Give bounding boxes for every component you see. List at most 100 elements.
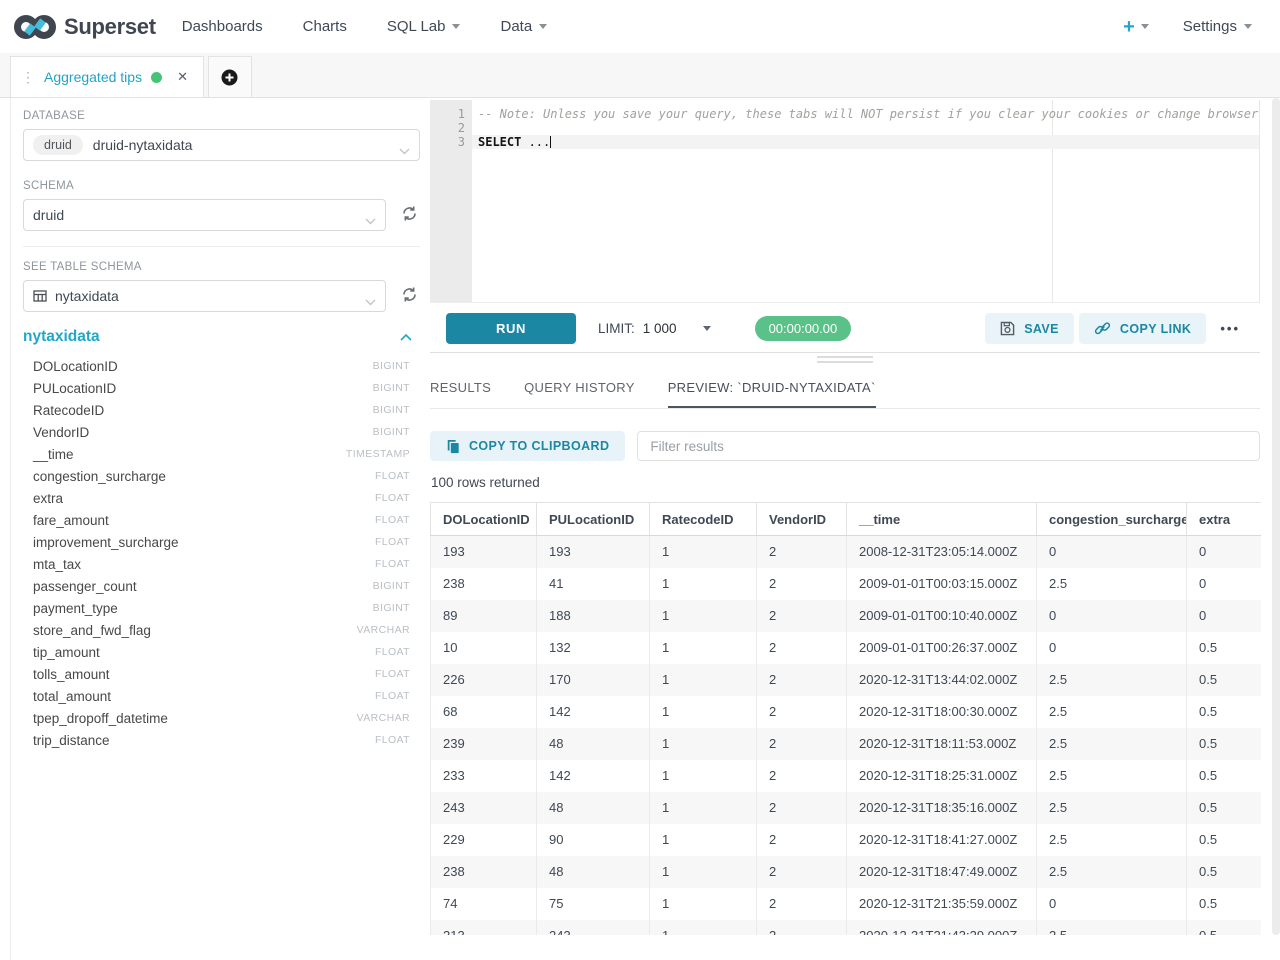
table-cell: 188 (537, 600, 650, 632)
table-row: 233142122020-12-31T18:25:31.000Z2.50.5 (431, 760, 1262, 792)
table-schema-label: SEE TABLE SCHEMA (23, 261, 420, 273)
table-cell: 2 (757, 728, 847, 760)
schema-column-row[interactable]: VendorIDBIGINT (23, 421, 420, 443)
schema-column-row[interactable]: DOLocationIDBIGINT (23, 355, 420, 377)
drag-handle-icon[interactable]: ⋮ (21, 70, 35, 84)
table-cell: 2 (757, 856, 847, 888)
table-cell: 2009-01-01T00:10:40.000Z (847, 600, 1037, 632)
plus-icon: + (1123, 17, 1135, 37)
nav-item-charts[interactable]: Charts (303, 18, 347, 35)
grid-header-extra[interactable]: extra (1187, 503, 1262, 536)
grid-header-pulocationid[interactable]: PULocationID (537, 503, 650, 536)
schema-column-row[interactable]: payment_typeBIGINT (23, 597, 420, 619)
database-select[interactable]: druid druid-nytaxidata (23, 129, 420, 161)
results-tab-query-history[interactable]: QUERY HISTORY (524, 366, 635, 408)
schema-column-row[interactable]: PULocationIDBIGINT (23, 377, 420, 399)
close-tab-icon[interactable]: ✕ (177, 69, 188, 85)
page-scrollbar[interactable] (1272, 98, 1280, 935)
run-query-button[interactable]: RUN (446, 313, 576, 344)
table-cell: 1 (650, 824, 757, 856)
new-tab-button[interactable] (208, 56, 252, 97)
sql-code-editor[interactable]: 123 -- Note: Unless you save your query,… (430, 100, 1260, 303)
column-type: FLOAT (375, 492, 410, 504)
resize-handle[interactable] (817, 356, 873, 366)
limit-dropdown[interactable]: LIMIT: 1 000 (598, 321, 711, 336)
line-number: 2 (430, 121, 472, 135)
table-schema-title: nytaxidata (23, 328, 100, 346)
table-schema-header[interactable]: nytaxidata (23, 328, 420, 346)
copy-link-button[interactable]: COPY LINK (1079, 313, 1206, 344)
nav-item-data[interactable]: Data (500, 18, 547, 35)
table-cell: 2.5 (1037, 568, 1187, 600)
table-cell: 2 (757, 536, 847, 568)
new-item-menu[interactable]: + (1123, 17, 1149, 37)
schema-column-row[interactable]: passenger_countBIGINT (23, 575, 420, 597)
nav-item-sql-lab[interactable]: SQL Lab (387, 18, 461, 35)
filter-results-input[interactable] (637, 431, 1260, 461)
table-cell: 1 (650, 600, 757, 632)
superset-infinity-icon (12, 12, 58, 42)
results-tab-preview-druid-nytaxidata[interactable]: PREVIEW: `DRUID-NYTAXIDATA` (668, 366, 876, 408)
column-name: tolls_amount (33, 667, 110, 682)
schema-column-row[interactable]: fare_amountFLOAT (23, 509, 420, 531)
schema-column-row[interactable]: tip_amountFLOAT (23, 641, 420, 663)
grid-header-ratecodeid[interactable]: RatecodeID (650, 503, 757, 536)
column-name: payment_type (33, 601, 118, 616)
table-cell: 2020-12-31T18:00:30.000Z (847, 696, 1037, 728)
table-cell: 193 (431, 536, 537, 568)
schema-column-row[interactable]: __timeTIMESTAMP (23, 443, 420, 465)
refresh-schemas-button[interactable] (398, 204, 420, 226)
results-tab-bar: RESULTS QUERY HISTORY PREVIEW: `DRUID-NYTA… (430, 366, 1260, 409)
column-name: store_and_fwd_flag (33, 623, 151, 638)
grid-header-__time[interactable]: __time (847, 503, 1037, 536)
table-row: 22990122020-12-31T18:41:27.000Z2.50.5 (431, 824, 1262, 856)
rows-returned-text: 100 rows returned (431, 475, 540, 490)
schema-column-row[interactable]: tolls_amountFLOAT (23, 663, 420, 685)
table-cell: 1 (650, 792, 757, 824)
schema-select[interactable]: druid (23, 199, 386, 231)
table-cell: 2.5 (1037, 664, 1187, 696)
save-query-button[interactable]: SAVE (985, 313, 1074, 344)
copy-to-clipboard-button[interactable]: COPY TO CLIPBOARD (430, 431, 625, 461)
schema-column-row[interactable]: improvement_surchargeFLOAT (23, 531, 420, 553)
table-cell: 0.5 (1187, 760, 1262, 792)
schema-column-row[interactable]: total_amountFLOAT (23, 685, 420, 707)
schema-column-row[interactable]: trip_distanceFLOAT (23, 729, 420, 751)
chevron-down-icon (399, 142, 410, 160)
table-row: 23848122020-12-31T18:47:49.000Z2.50.5 (431, 856, 1262, 888)
table-select[interactable]: nytaxidata (23, 280, 386, 312)
schema-column-row[interactable]: store_and_fwd_flagVARCHAR (23, 619, 420, 641)
table-row: 213243122020-12-31T21:43:29.000Z2.50.5 (431, 920, 1262, 936)
top-navbar: Superset Dashboards Charts SQL Lab Data + S… (0, 0, 1280, 53)
column-type: FLOAT (375, 734, 410, 746)
tab-aggregated-tips[interactable]: ⋮ Aggregated tips ✕ (10, 56, 204, 97)
schema-column-row[interactable]: mta_taxFLOAT (23, 553, 420, 575)
schema-column-row[interactable]: tpep_dropoff_datetimeVARCHAR (23, 707, 420, 729)
settings-label: Settings (1183, 18, 1237, 35)
more-actions-button[interactable]: ••• (1220, 321, 1240, 336)
main-menu: Dashboards Charts SQL Lab Data (182, 18, 547, 35)
grid-header-vendorid[interactable]: VendorID (757, 503, 847, 536)
refresh-tables-button[interactable] (398, 285, 420, 307)
grid-header-congestion_surcharge[interactable]: congestion_surcharge (1037, 503, 1187, 536)
grid-header-dolocationid[interactable]: DOLocationID (431, 503, 537, 536)
table-cell: 2 (757, 824, 847, 856)
superset-logo[interactable]: Superset (12, 12, 156, 42)
settings-menu[interactable]: Settings (1183, 18, 1252, 35)
table-cell: 233 (431, 760, 537, 792)
grid-header-row: DOLocationIDPULocationIDRatecodeIDVendor… (431, 503, 1262, 536)
table-cell: 1 (650, 856, 757, 888)
editor-code-area[interactable]: -- Note: Unless you save your query, the… (472, 100, 1259, 302)
line-number: 1 (430, 107, 472, 121)
divider (23, 246, 420, 247)
schema-column-row[interactable]: congestion_surchargeFLOAT (23, 465, 420, 487)
schema-column-row[interactable]: extraFLOAT (23, 487, 420, 509)
column-type: FLOAT (375, 558, 410, 570)
table-cell: 48 (537, 856, 650, 888)
table-cell: 0.5 (1187, 728, 1262, 760)
schema-column-row[interactable]: RatecodeIDBIGINT (23, 399, 420, 421)
table-row: 193193122008-12-31T23:05:14.000Z00 (431, 536, 1262, 568)
results-tab-results[interactable]: RESULTS (430, 366, 491, 408)
table-cell: 2020-12-31T21:35:59.000Z (847, 888, 1037, 920)
nav-item-dashboards[interactable]: Dashboards (182, 18, 263, 35)
